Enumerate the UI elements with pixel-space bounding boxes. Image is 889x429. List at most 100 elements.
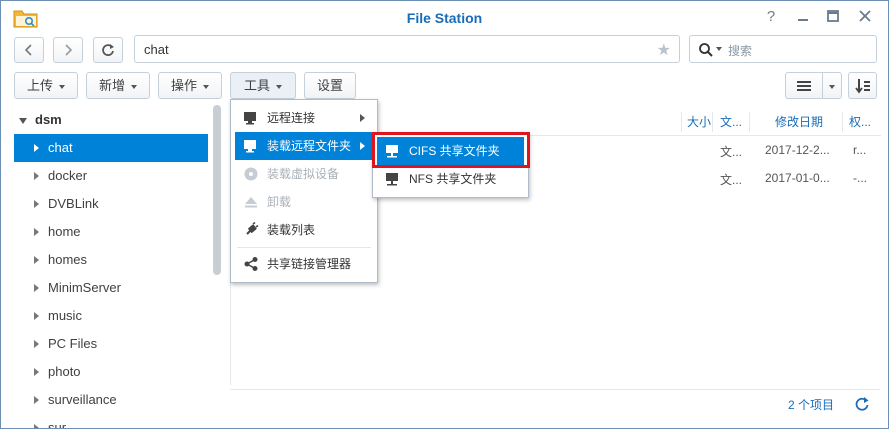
menu-item-remote-connection[interactable]: 远程连接: [235, 104, 373, 132]
menu-item-unmount[interactable]: 卸载: [235, 188, 373, 216]
tree-item-surveillance[interactable]: surveillance: [14, 386, 208, 414]
menu-item-label: 共享链接管理器: [267, 257, 352, 271]
sort-button[interactable]: [848, 72, 877, 99]
forward-button[interactable]: [53, 37, 83, 63]
column-divider: [749, 112, 750, 132]
view-dropdown-button[interactable]: [822, 72, 842, 99]
menu-item-mount-list[interactable]: 装载列表: [235, 216, 373, 244]
settings-button[interactable]: 设置: [304, 72, 356, 99]
chevron-left-icon: [24, 44, 32, 56]
caret-down-icon: [59, 84, 65, 89]
menu-item-label: 装载虚拟设备: [267, 167, 340, 181]
expand-right-icon: [34, 256, 39, 264]
tree-item-label: sur: [48, 420, 67, 428]
search-placeholder: 搜索: [728, 44, 753, 58]
refresh-icon[interactable]: [854, 396, 870, 412]
action-button[interactable]: 操作: [158, 72, 222, 99]
tools-label: 工具: [243, 78, 270, 93]
expand-right-icon: [34, 228, 39, 236]
column-size[interactable]: 大小: [687, 113, 711, 130]
file-station-window: File Station ? chat ★ 搜索 上传 新增 操作 工具 设置 …: [0, 0, 889, 429]
create-label: 新增: [98, 78, 125, 93]
highlight-frame: [372, 132, 530, 168]
caret-down-icon: [276, 84, 282, 89]
list-view-button[interactable]: [785, 72, 823, 99]
tree-item-homes[interactable]: homes: [14, 246, 208, 274]
search-icon: [699, 43, 713, 57]
menu-item-share-link-manager[interactable]: 共享链接管理器: [235, 250, 373, 278]
tree-item-docker[interactable]: docker: [14, 162, 208, 190]
refresh-icon: [102, 44, 114, 56]
chevron-right-icon: [65, 44, 73, 56]
upload-label: 上传: [26, 78, 53, 93]
column-type[interactable]: 文...: [720, 113, 742, 130]
tree-item-photo[interactable]: photo: [14, 358, 208, 386]
title-bar: File Station ?: [1, 1, 888, 35]
monitor-icon: [244, 112, 256, 125]
menu-divider: [237, 247, 371, 248]
submenu-arrow-icon: [360, 114, 365, 122]
tree-item-pc-files[interactable]: PC Files: [14, 330, 208, 358]
disc-icon: [244, 167, 258, 181]
column-modified[interactable]: 修改日期: [775, 113, 823, 130]
search-input[interactable]: 搜索: [689, 35, 877, 63]
tree-item-label: MinimServer: [48, 280, 121, 295]
sort-icon: [855, 79, 870, 94]
cell-permission: -...: [853, 171, 867, 185]
column-permission[interactable]: 权...: [849, 113, 871, 130]
tree-scrollbar[interactable]: [213, 105, 221, 275]
menu-item-label: 装载列表: [267, 223, 316, 237]
tree-item-label: docker: [48, 168, 88, 183]
column-divider: [681, 112, 682, 132]
expand-right-icon: [34, 144, 39, 152]
column-divider: [712, 112, 713, 132]
refresh-button[interactable]: [93, 37, 123, 63]
share-icon: [244, 257, 258, 271]
caret-down-icon: [829, 85, 835, 89]
tools-menu: 远程连接 装载远程文件夹 装载虚拟设备 卸载 装载列表 共享链接管理器: [230, 99, 378, 283]
upload-button[interactable]: 上传: [14, 72, 78, 99]
tree-item-chat[interactable]: chat: [14, 134, 208, 162]
network-folder-icon: [386, 173, 398, 186]
tree-item-dvblink[interactable]: DVBLink: [14, 190, 208, 218]
plug-icon: [246, 222, 259, 235]
minimize-icon[interactable]: [795, 9, 811, 25]
expand-right-icon: [34, 200, 39, 208]
search-caret-icon[interactable]: [716, 47, 722, 51]
menu-item-nfs-shared-folder[interactable]: NFS 共享文件夹: [377, 165, 524, 193]
action-label: 操作: [170, 78, 197, 93]
menu-item-label: NFS 共享文件夹: [409, 172, 497, 186]
create-button[interactable]: 新增: [86, 72, 150, 99]
expand-down-icon: [19, 117, 27, 124]
maximize-icon[interactable]: [825, 9, 841, 25]
tree-item-minimserver[interactable]: MinimServer: [14, 274, 208, 302]
tree-item-sur[interactable]: sur: [14, 414, 208, 428]
star-icon[interactable]: ★: [657, 40, 671, 60]
folder-tree: dsm chat docker DVBLink home homes Minim…: [1, 105, 223, 428]
tree-item-label: surveillance: [48, 392, 117, 407]
tree-item-label: photo: [48, 364, 81, 379]
submenu-arrow-icon: [360, 142, 365, 150]
expand-right-icon: [34, 172, 39, 180]
help-icon[interactable]: ?: [763, 9, 779, 25]
column-divider: [842, 112, 843, 132]
list-view-icon: [797, 81, 811, 91]
menu-item-mount-remote-folder[interactable]: 装载远程文件夹: [235, 132, 373, 160]
path-field[interactable]: chat ★: [134, 35, 680, 63]
tree-root[interactable]: dsm: [19, 112, 62, 127]
tree-item-home[interactable]: home: [14, 218, 208, 246]
tools-button[interactable]: 工具: [230, 72, 296, 99]
cell-type: 文...: [720, 173, 743, 187]
cell-modified: 2017-12-2...: [765, 143, 830, 157]
back-button[interactable]: [14, 37, 44, 63]
tree-item-label: music: [48, 308, 82, 323]
monitor-icon: [244, 140, 256, 153]
current-path: chat: [144, 42, 169, 57]
list-footer: 2 个项目: [230, 389, 880, 419]
menu-item-mount-virtual-drive[interactable]: 装载虚拟设备: [235, 160, 373, 188]
cell-modified: 2017-01-0...: [765, 171, 830, 185]
window-title: File Station: [406, 10, 483, 26]
tree-item-music[interactable]: music: [14, 302, 208, 330]
tree-root-label: dsm: [35, 112, 62, 127]
close-icon[interactable]: [857, 9, 873, 25]
